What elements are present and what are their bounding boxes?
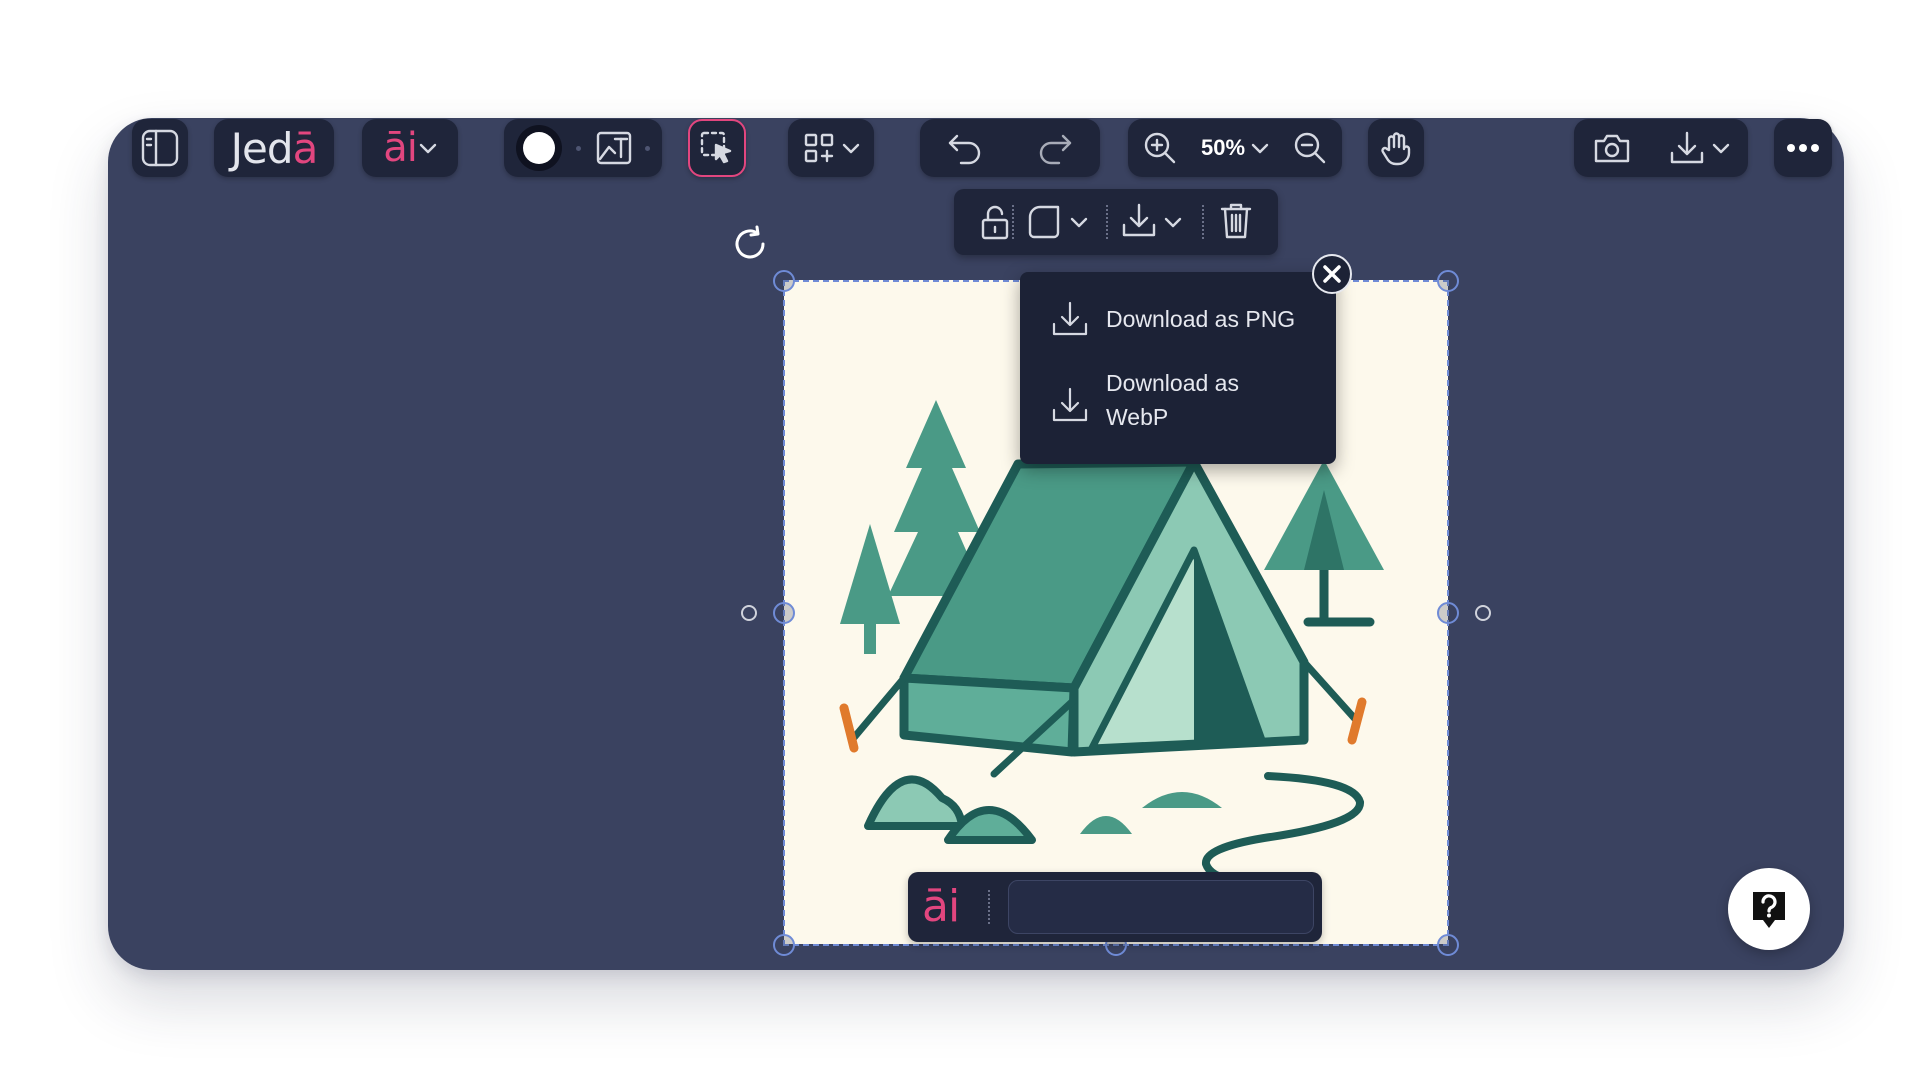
resize-handle-bottom-left[interactable] — [773, 934, 795, 956]
resize-handle-left[interactable] — [773, 602, 795, 624]
zoom-in-icon[interactable] — [1142, 130, 1178, 166]
download-icon — [1052, 301, 1088, 336]
resize-handle-bottom-right[interactable] — [1437, 934, 1459, 956]
select-cursor-icon — [700, 131, 732, 164]
sidebar-toggle-button[interactable] — [132, 119, 188, 177]
dot-separator — [645, 145, 650, 151]
color-picker-button[interactable] — [516, 125, 562, 171]
toolbar-divider — [1012, 205, 1014, 239]
selection-toolbar — [954, 189, 1278, 255]
download-icon — [1670, 131, 1704, 164]
download-webp-label: Download as WebP — [1106, 370, 1239, 430]
resize-handle-top-left[interactable] — [773, 270, 795, 292]
history-group — [920, 119, 1100, 177]
download-menu: Download as PNG Download as WebP — [1020, 272, 1336, 464]
export-group — [1574, 119, 1748, 177]
download-png-item[interactable]: Download as PNG — [1020, 300, 1336, 340]
download-dropdown-button[interactable] — [1668, 129, 1730, 167]
ai-prompt-bar: āi — [908, 872, 1322, 942]
connector-handle-left[interactable] — [741, 605, 757, 621]
zoom-group: 50% — [1128, 119, 1342, 177]
ai-prompt-input[interactable] — [1008, 880, 1314, 934]
camera-icon[interactable] — [1592, 130, 1632, 166]
brand-logo[interactable]: Jedā — [214, 119, 334, 177]
add-widget-icon — [804, 133, 834, 163]
ai-logo: āi — [383, 125, 418, 171]
chevron-down-icon — [1164, 217, 1182, 228]
zoom-level-value: 50% — [1200, 135, 1246, 160]
chevron-down-icon — [842, 143, 860, 154]
download-icon — [1052, 387, 1088, 422]
chevron-down-icon — [419, 143, 437, 154]
help-button[interactable] — [1728, 868, 1810, 950]
ai-menu-button[interactable]: āi — [362, 119, 458, 177]
download-icon — [1122, 203, 1156, 237]
resize-handle-right[interactable] — [1437, 602, 1459, 624]
trash-icon[interactable] — [1218, 201, 1254, 241]
download-png-label: Download as PNG — [1106, 306, 1296, 332]
download-webp-item[interactable]: Download as WebP — [1020, 366, 1336, 434]
chevron-down-icon — [1712, 143, 1730, 154]
close-menu-button[interactable] — [1312, 254, 1352, 294]
close-icon — [1323, 265, 1341, 283]
zoom-level-dropdown[interactable]: 50% — [1201, 135, 1269, 161]
ai-prompt-label: āi — [922, 881, 960, 932]
toolbar-divider — [1106, 205, 1108, 239]
more-options-button[interactable] — [1774, 119, 1832, 177]
ai-divider — [988, 890, 990, 924]
add-widget-button[interactable] — [788, 119, 874, 177]
brand-text: Jedā — [230, 123, 319, 173]
help-icon — [1753, 892, 1785, 928]
image-text-icon[interactable] — [595, 129, 633, 167]
shape-dropdown-button[interactable] — [1026, 203, 1094, 243]
connector-handle-right[interactable] — [1475, 605, 1491, 621]
style-tools-group — [504, 119, 662, 177]
shape-icon — [1028, 205, 1060, 239]
pan-tool-button[interactable] — [1368, 119, 1424, 177]
selection-download-button[interactable] — [1120, 201, 1190, 243]
redo-icon[interactable] — [1035, 130, 1075, 166]
chevron-down-icon — [1251, 143, 1269, 154]
sidebar-toggle-icon — [141, 129, 179, 167]
zoom-out-icon[interactable] — [1292, 130, 1328, 166]
resize-handle-top-right[interactable] — [1437, 270, 1459, 292]
undo-icon[interactable] — [945, 130, 985, 166]
more-icon — [1787, 144, 1819, 152]
toolbar-divider — [1202, 205, 1204, 239]
dot-separator — [576, 145, 581, 151]
rotate-icon[interactable] — [730, 224, 770, 264]
color-circle-icon — [523, 132, 555, 164]
select-tool-button[interactable] — [688, 119, 746, 177]
lock-icon[interactable] — [978, 203, 1012, 241]
hand-icon — [1381, 132, 1411, 166]
chevron-down-icon — [1070, 217, 1088, 228]
